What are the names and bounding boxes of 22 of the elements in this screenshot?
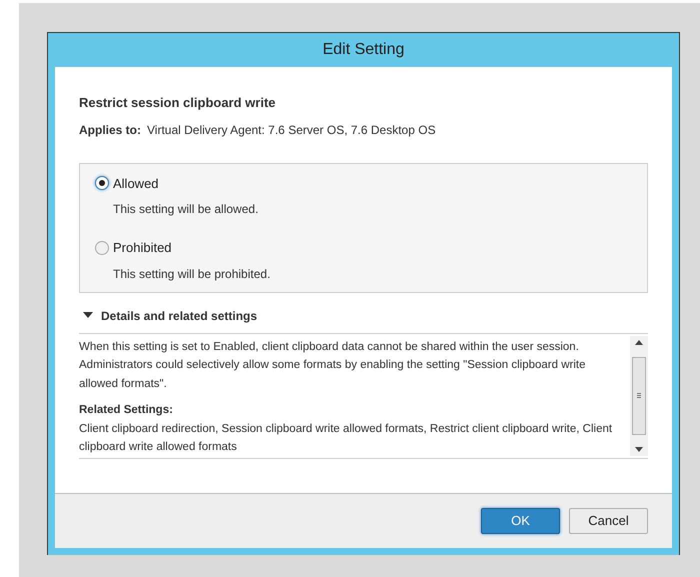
related-text: Client clipboard redirection, Session clipboard write allowed formats, Restrict client clipboard write, Client clipboard write allowed formats — [79, 422, 614, 455]
applies-value: Virtual Delivery Agent: 7.6 Server OS, 7.6 Desktop OS — [147, 122, 436, 138]
description-text: When this setting is set to Enabled, client clipboard data cannot be shared within the user session. Administrators could selectively allow some formats by enabling the setting "Session clipboard write allowed formats". — [79, 340, 586, 392]
grip-icon — [637, 393, 641, 398]
setting-name: Restrict session clipboard write — [79, 94, 277, 112]
related-title: Related Settings: — [79, 403, 174, 418]
ok-button[interactable]: OK — [481, 508, 560, 534]
cancel-button[interactable]: Cancel — [569, 508, 648, 534]
scroll-thumb[interactable] — [632, 356, 646, 434]
option-description: This setting will be prohibited. — [113, 266, 272, 282]
window-title: Edit Setting — [322, 40, 406, 60]
scroll-bar[interactable] — [630, 336, 648, 456]
option-label[interactable]: Prohibited — [113, 238, 172, 258]
radio-button[interactable] — [95, 240, 109, 255]
caret-icon[interactable] — [83, 312, 93, 319]
applies-label: Applies to: — [79, 122, 141, 138]
scroll-down-icon[interactable] — [635, 446, 643, 452]
scroll-up-icon[interactable] — [635, 340, 643, 344]
option-description: This setting will be allowed. — [113, 201, 260, 218]
option-label[interactable]: Allowed — [113, 174, 159, 193]
section-title[interactable]: Details and related settings — [101, 306, 258, 324]
radio-button[interactable] — [95, 176, 109, 190]
